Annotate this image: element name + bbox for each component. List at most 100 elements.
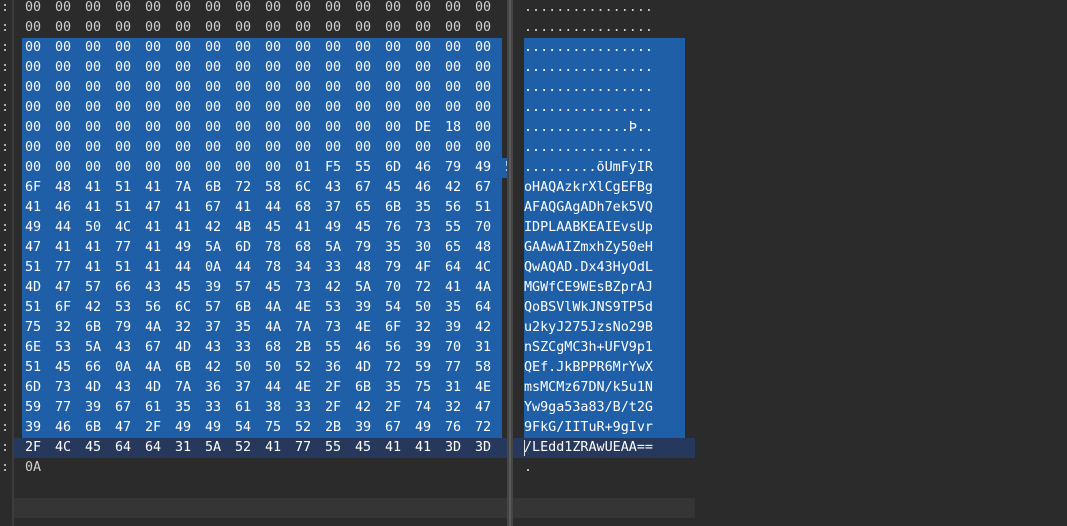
- hex-byte[interactable]: 00: [352, 18, 382, 38]
- hex-byte[interactable]: 00: [82, 58, 112, 78]
- hex-byte[interactable]: 79: [442, 158, 472, 178]
- ascii-row[interactable]: /LEdd1ZRAwUEAA==: [513, 438, 695, 458]
- hex-byte[interactable]: 00: [172, 0, 202, 18]
- hex-byte[interactable]: 64: [442, 258, 472, 278]
- hex-byte[interactable]: 00: [262, 0, 292, 18]
- hex-byte[interactable]: 35: [382, 378, 412, 398]
- ascii-row[interactable]: nSZCgMC3h+UFV9p1: [513, 338, 695, 358]
- hex-byte[interactable]: 00: [352, 38, 382, 58]
- hex-byte[interactable]: 41: [172, 198, 202, 218]
- hex-byte[interactable]: 31: [472, 338, 502, 358]
- hex-byte[interactable]: 54: [382, 298, 412, 318]
- hex-byte[interactable]: F5: [322, 158, 352, 178]
- hex-byte[interactable]: 70: [382, 278, 412, 298]
- hex-byte[interactable]: 00: [232, 138, 262, 158]
- hex-byte[interactable]: 00: [52, 118, 82, 138]
- hex-row[interactable]: 39 46 6B 47 2F 49 49 54 75 52 2B 39 67 49 76 72: [14, 418, 507, 438]
- hex-byte[interactable]: 00: [142, 98, 172, 118]
- hex-byte[interactable]: 30: [412, 238, 442, 258]
- hex-byte[interactable]: 48: [352, 258, 382, 278]
- hex-byte[interactable]: 2F: [22, 438, 52, 458]
- hex-byte[interactable]: 00: [292, 98, 322, 118]
- hex-byte[interactable]: 00: [382, 138, 412, 158]
- hex-byte[interactable]: DE: [412, 118, 442, 138]
- hex-byte[interactable]: 50: [232, 358, 262, 378]
- hex-byte[interactable]: 32: [172, 318, 202, 338]
- hex-byte[interactable]: 32: [442, 398, 472, 418]
- hex-byte[interactable]: 43: [142, 278, 172, 298]
- hex-byte[interactable]: 57: [232, 278, 262, 298]
- hex-byte[interactable]: 35: [232, 318, 262, 338]
- ascii-row[interactable]: ................: [513, 38, 695, 58]
- hex-byte[interactable]: 33: [232, 338, 262, 358]
- hex-byte[interactable]: 2F: [142, 418, 172, 438]
- hex-byte[interactable]: 46: [412, 178, 442, 198]
- hex-byte[interactable]: 4E: [472, 378, 502, 398]
- hex-byte[interactable]: 39: [412, 338, 442, 358]
- hex-byte[interactable]: 00: [232, 58, 262, 78]
- hex-byte[interactable]: 77: [52, 258, 82, 278]
- ascii-row[interactable]: AFAQGAgADh7ek5VQ: [513, 198, 695, 218]
- hex-byte[interactable]: 52: [292, 418, 322, 438]
- hex-byte[interactable]: 42: [322, 278, 352, 298]
- hex-byte[interactable]: 00: [292, 118, 322, 138]
- ascii-text[interactable]: ................: [524, 138, 653, 158]
- hex-byte[interactable]: 35: [172, 398, 202, 418]
- hex-byte[interactable]: 2F: [322, 398, 352, 418]
- hex-byte[interactable]: 00: [22, 138, 52, 158]
- hex-byte[interactable]: 41: [292, 218, 322, 238]
- hex-byte[interactable]: 6F: [52, 298, 82, 318]
- hex-byte[interactable]: 49: [172, 238, 202, 258]
- hex-byte[interactable]: 00: [442, 78, 472, 98]
- hex-byte[interactable]: 4A: [262, 298, 292, 318]
- ascii-row[interactable]: 9FkG/IITuR+9gIvr: [513, 418, 695, 438]
- hex-byte[interactable]: 77: [52, 398, 82, 418]
- hex-row[interactable]: 75 32 6B 79 4A 32 37 35 4A 7A 73 4E 6F 32 39 42: [14, 318, 507, 338]
- hex-byte[interactable]: 00: [112, 58, 142, 78]
- hex-byte[interactable]: 35: [442, 298, 472, 318]
- hex-row[interactable]: [14, 518, 507, 526]
- hex-byte[interactable]: 2B: [292, 338, 322, 358]
- hex-byte[interactable]: 6F: [22, 178, 52, 198]
- hex-byte[interactable]: 78: [262, 258, 292, 278]
- hex-byte[interactable]: 00: [322, 58, 352, 78]
- hex-byte[interactable]: 73: [322, 318, 352, 338]
- hex-byte[interactable]: 45: [262, 218, 292, 238]
- hex-byte[interactable]: 6B: [382, 198, 412, 218]
- hex-byte[interactable]: 41: [232, 198, 262, 218]
- hex-byte[interactable]: 41: [412, 438, 442, 458]
- ascii-text[interactable]: u2kyJ275JzsNo29B: [524, 318, 653, 338]
- hex-byte[interactable]: 54: [232, 418, 262, 438]
- ascii-text[interactable]: ................: [524, 38, 653, 58]
- hex-byte[interactable]: 00: [172, 138, 202, 158]
- hex-byte[interactable]: 00: [82, 18, 112, 38]
- hex-row[interactable]: 51 45 66 0A 4A 6B 42 50 50 52 36 4D 72 59 77 58: [14, 358, 507, 378]
- ascii-row[interactable]: .........õUmFyIR: [513, 158, 695, 178]
- hex-byte[interactable]: 45: [172, 278, 202, 298]
- hex-byte[interactable]: 00: [52, 18, 82, 38]
- hex-byte[interactable]: 7A: [172, 378, 202, 398]
- hex-byte[interactable]: 00: [142, 0, 172, 18]
- hex-byte[interactable]: 00: [232, 0, 262, 18]
- hex-byte[interactable]: 72: [412, 278, 442, 298]
- hex-byte[interactable]: 67: [142, 338, 172, 358]
- hex-byte[interactable]: 00: [382, 118, 412, 138]
- hex-byte[interactable]: 00: [442, 18, 472, 38]
- hex-byte[interactable]: 4E: [292, 378, 322, 398]
- hex-byte[interactable]: 00: [22, 0, 52, 18]
- hex-byte[interactable]: 42: [82, 298, 112, 318]
- hex-byte[interactable]: 00: [172, 38, 202, 58]
- ascii-row[interactable]: u2kyJ275JzsNo29B: [513, 318, 695, 338]
- hex-row[interactable]: 00 00 00 00 00 00 00 00 00 00 00 00 00 00 00 00: [14, 0, 507, 18]
- hex-byte[interactable]: 00: [172, 118, 202, 138]
- hex-byte[interactable]: 45: [262, 278, 292, 298]
- hex-byte[interactable]: 00: [412, 18, 442, 38]
- ascii-row[interactable]: [513, 518, 695, 526]
- hex-byte[interactable]: 68: [292, 198, 322, 218]
- hex-byte[interactable]: 00: [202, 98, 232, 118]
- hex-byte[interactable]: 53: [52, 338, 82, 358]
- hex-byte[interactable]: 36: [322, 358, 352, 378]
- hex-byte[interactable]: 00: [382, 38, 412, 58]
- hex-byte[interactable]: 44: [262, 378, 292, 398]
- hex-byte[interactable]: 73: [52, 378, 82, 398]
